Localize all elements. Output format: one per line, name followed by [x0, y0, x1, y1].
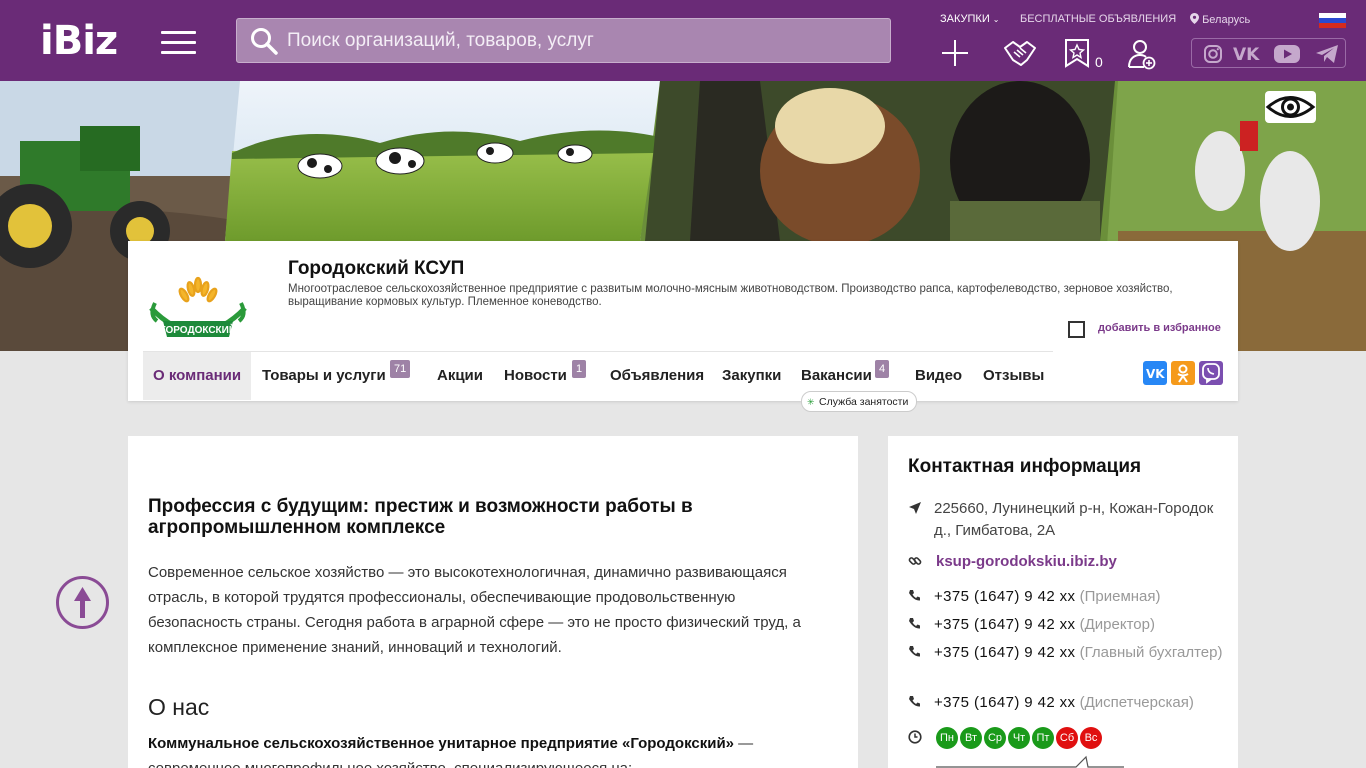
youtube-icon[interactable]	[1273, 44, 1301, 64]
contact-phone-director: +375 (1647) 9 42 xx (Директор)	[908, 614, 1223, 636]
tab-reviews[interactable]: Отзывы	[983, 352, 1044, 400]
day-wed[interactable]: Ср	[984, 727, 1006, 749]
svg-text:VK: VK	[1233, 45, 1260, 63]
ok-logo-icon	[1177, 364, 1189, 383]
social-links: VK	[1191, 38, 1346, 68]
instagram-icon[interactable]	[1203, 44, 1223, 64]
tab-promotions[interactable]: Акции	[437, 352, 483, 400]
tab-purchases[interactable]: Закупки	[722, 352, 781, 400]
contact-phone-reception: +375 (1647) 9 42 xx (Приемная)	[908, 586, 1223, 608]
user-add-icon[interactable]	[1127, 38, 1157, 70]
day-thu[interactable]: Чт	[1008, 727, 1030, 749]
tab-ads[interactable]: Объявления	[610, 352, 704, 400]
tab-news-badge: 1	[572, 360, 587, 378]
top-header: iBiz ЗАКУПКИ ⌄ БЕСПЛАТНЫЕ ОБЪЯВЛЕНИЯ Бел…	[0, 0, 1366, 81]
nav-purchases[interactable]: ЗАКУПКИ ⌄	[940, 13, 1000, 25]
phone-icon	[909, 618, 920, 629]
tab-video[interactable]: Видео	[915, 352, 962, 400]
contact-site: ksup-gorodokskiu.ibiz.by	[908, 551, 1223, 573]
company-card: ГОРОДОКСКИЙ Городокский КСУП Многоотрасл…	[128, 241, 1238, 412]
site-link[interactable]: ksup-gorodokskiu.ibiz.by	[908, 553, 1117, 570]
vk-logo-icon: VK	[1146, 367, 1165, 381]
nav-region[interactable]: Беларусь	[1190, 13, 1250, 26]
about-heading: О нас	[148, 694, 210, 720]
day-mon[interactable]: Пн	[936, 727, 958, 749]
share-ok-icon[interactable]	[1171, 361, 1195, 385]
tab-products-badge: 71	[390, 360, 411, 378]
company-logo: ГОРОДОКСКИЙ	[149, 276, 247, 337]
day-sun[interactable]: Вс	[1080, 727, 1102, 749]
accessibility-eye-button[interactable]	[1265, 91, 1316, 123]
vk-icon[interactable]: VK	[1233, 45, 1263, 63]
day-tue[interactable]: Вт	[960, 727, 982, 749]
link-icon	[908, 557, 922, 565]
search-input[interactable]	[287, 19, 877, 62]
search-icon	[251, 28, 278, 55]
contact-address: 225660, Лунинецкий р-н, Кожан-Городок д.…	[908, 498, 1223, 542]
contact-panel: Контактная информация 225660, Лунинецкий…	[888, 436, 1238, 768]
favorite-checkbox[interactable]	[1068, 321, 1085, 338]
tab-about[interactable]: О компании	[143, 352, 252, 400]
about-paragraph: Коммунальное сельскохозяйственное унитар…	[148, 735, 754, 768]
tab-products[interactable]: Товары и услуги	[262, 352, 386, 400]
search-bar[interactable]	[236, 18, 891, 63]
phone-icon	[909, 590, 920, 601]
company-description: Многоотраслевое сельскохозяйственное пре…	[288, 283, 1173, 308]
location-pin-icon	[1190, 13, 1199, 24]
add-icon[interactable]	[940, 38, 970, 68]
favorites-star-icon[interactable]	[1064, 38, 1090, 68]
working-days: Пн Вт Ср Чт Пт Сб Вс	[936, 727, 1104, 749]
article-lead: Современное сельское хозяйство — это выс…	[148, 564, 801, 656]
employment-service-badge[interactable]: Служба занятости	[801, 391, 918, 412]
menu-icon[interactable]	[161, 31, 196, 54]
hours-tooltip-pointer	[936, 755, 1124, 768]
company-name: Городокский КСУП	[288, 258, 465, 279]
telegram-icon[interactable]	[1315, 44, 1339, 64]
nav-free-ads[interactable]: БЕСПЛАТНЫЕ ОБЪЯВЛЕНИЯ	[1020, 13, 1176, 25]
article-title: Профессия с будущим: престиж и возможнос…	[148, 496, 693, 538]
share-viber-icon[interactable]	[1199, 361, 1223, 385]
eye-icon	[1265, 96, 1316, 118]
day-fri[interactable]: Пт	[1032, 727, 1054, 749]
main-article: Профессия с будущим: престиж и возможнос…	[128, 436, 858, 768]
share-vk-icon[interactable]: VK	[1143, 361, 1167, 385]
phone-icon	[909, 696, 920, 707]
contact-phone-dispatch: +375 (1647) 9 42 xx (Диспетчерская)	[908, 692, 1223, 714]
viber-logo-icon	[1202, 363, 1220, 384]
favorites-count: 0	[1095, 54, 1103, 70]
favorite-label[interactable]: добавить в избранное	[1098, 322, 1221, 334]
tab-vacancies-badge: 4	[875, 360, 890, 378]
language-flag-ru-icon[interactable]	[1319, 13, 1346, 28]
clock-icon	[908, 730, 922, 744]
phone-icon	[909, 646, 920, 657]
handshake-icon[interactable]	[1003, 38, 1037, 68]
day-sat[interactable]: Сб	[1056, 727, 1078, 749]
ibiz-logo[interactable]: iBiz	[40, 20, 118, 62]
arrow-up-icon	[74, 587, 91, 618]
tab-news[interactable]: Новости	[504, 352, 567, 400]
contact-phone-accountant: +375 (1647) 9 42 xx (Главный бухгалтер)	[908, 642, 1223, 664]
svg-text:VK: VK	[1146, 367, 1165, 381]
scroll-up-button[interactable]	[56, 576, 109, 629]
svg-text:ГОРОДОКСКИЙ: ГОРОДОКСКИЙ	[160, 323, 236, 336]
location-arrow-icon	[909, 502, 921, 514]
chevron-down-icon: ⌄	[992, 15, 1000, 24]
contacts-title: Контактная информация	[908, 456, 1142, 477]
